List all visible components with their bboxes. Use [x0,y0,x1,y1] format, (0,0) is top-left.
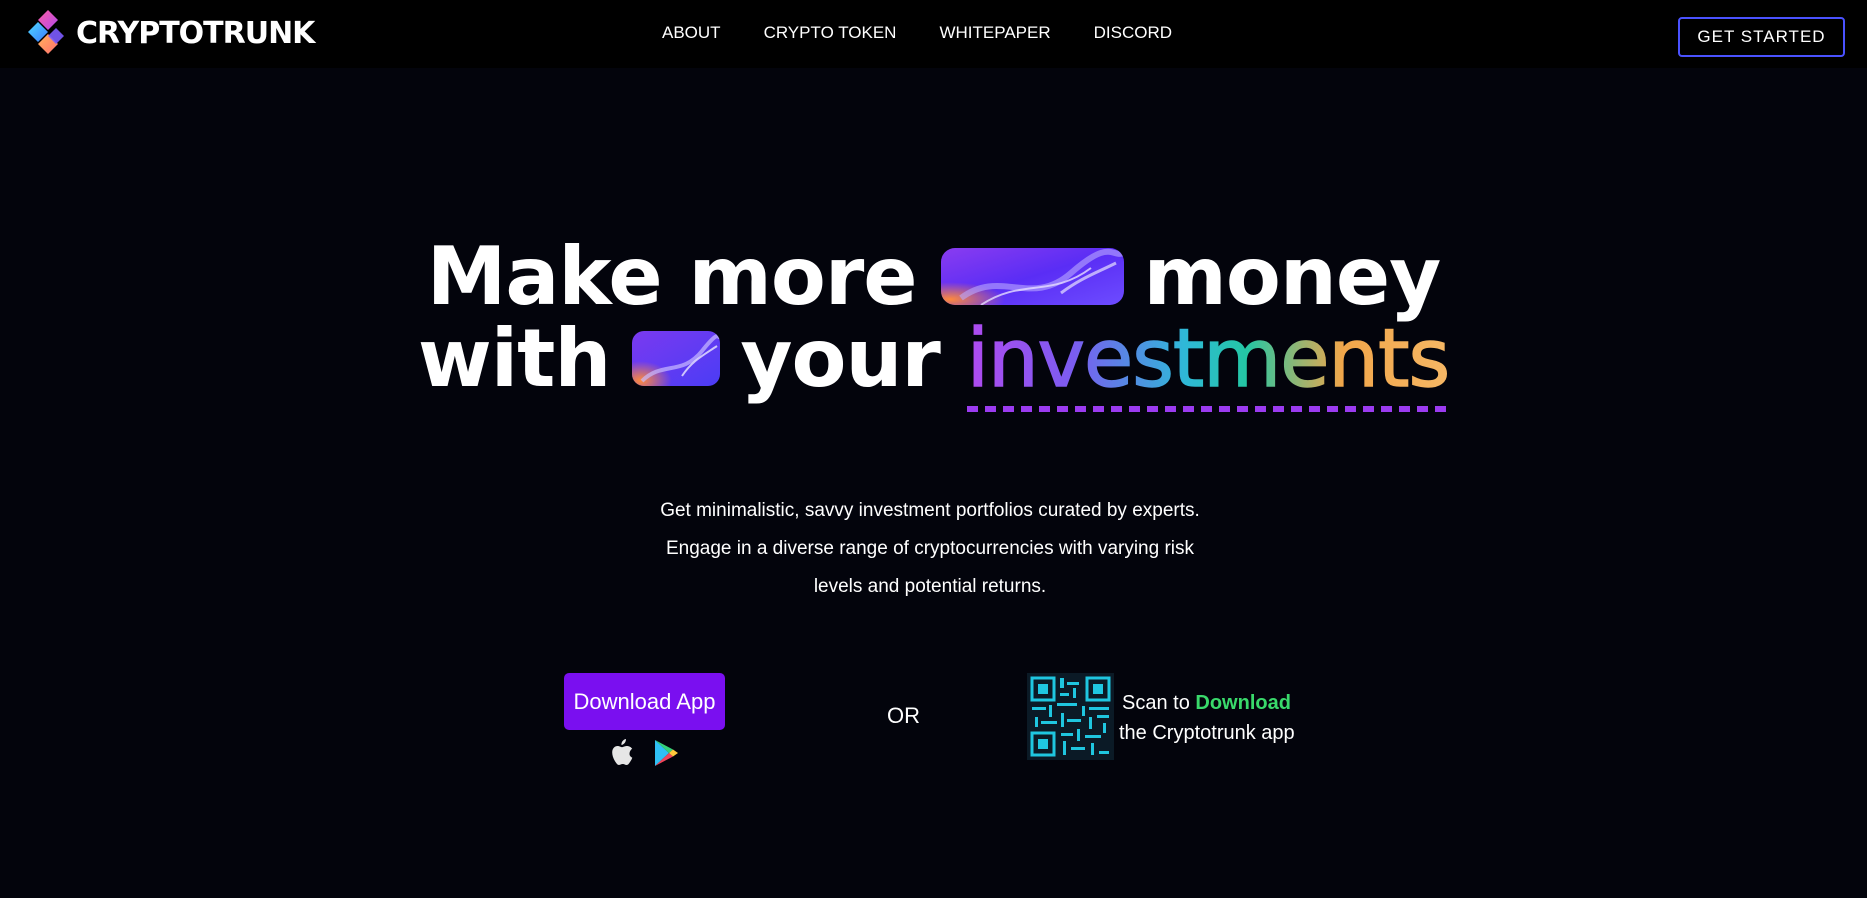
hero-text-your: your [740,312,941,405]
hero-line-2: with your investments [0,312,1867,412]
subtitle-line-1: Get minimalistic, savvy investment portf… [660,500,1200,521]
nav-link-whitepaper[interactable]: WHITEPAPER [939,23,1050,43]
download-app-button[interactable]: Download App [564,673,725,730]
hero-highlight-investments: investments [966,312,1451,412]
brand-logo[interactable]: CRYPTOTRUNK [26,8,315,58]
or-separator: OR [887,703,920,728]
qr-code-image[interactable] [1027,673,1114,760]
hero-text-money: money [1143,230,1442,323]
subtitle-line-2: Engage in a diverse range of cryptocurre… [665,538,1195,559]
brand-name: CRYPTOTRUNK [76,15,315,51]
main-nav: ABOUT CRYPTO TOKEN WHITEPAPER DISCORD [662,23,1215,43]
get-started-button[interactable]: GET STARTED [1678,17,1845,57]
scan-download-highlight[interactable]: Download [1195,692,1291,714]
hero-subtitle: Get minimalistic, savvy investment portf… [560,492,1300,606]
nav-link-crypto-token[interactable]: CRYPTO TOKEN [764,23,897,43]
top-navbar: CRYPTOTRUNK ABOUT CRYPTO TOKEN WHITEPAPE… [0,0,1867,68]
scan-prefix: Scan to [1122,692,1190,714]
apple-icon[interactable] [608,738,636,768]
hero-heading: Make more money with your investments [0,236,1867,412]
logo-icon [28,10,64,54]
nav-link-discord[interactable]: DISCORD [1094,23,1172,43]
google-play-icon[interactable] [652,738,680,768]
hero-line-1: Make more money [0,236,1867,318]
hero-text-with: with [417,312,612,405]
hero-text-make-more: Make more [426,230,918,323]
scan-line-2: the Cryptotrunk app [1119,722,1295,744]
store-icons [608,738,680,768]
abstract-wave-small-image [632,330,721,386]
subtitle-line-3: levels and potential returns. [813,576,1047,597]
nav-link-about[interactable]: ABOUT [662,23,721,43]
scan-to-download-text: Scan to Download the Cryptotrunk app [1119,688,1295,748]
scan-line-1: Scan to Download [1119,688,1295,718]
abstract-wave-image [940,247,1124,305]
